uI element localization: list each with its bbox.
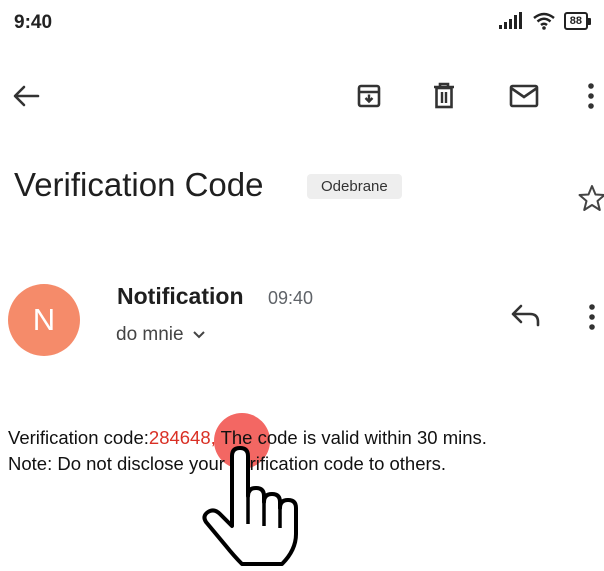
wifi-icon — [532, 12, 555, 30]
sender-name[interactable]: Notification — [117, 283, 244, 310]
back-arrow-icon[interactable] — [10, 80, 42, 112]
email-subject: Verification Code — [14, 166, 264, 203]
battery-indicator: 88 — [563, 12, 592, 30]
body-line-1-suffix: The code is valid within 30 mins. — [215, 427, 487, 448]
star-icon[interactable] — [578, 184, 604, 217]
verification-code[interactable]: 284648, — [149, 427, 216, 448]
message-more-icon[interactable] — [588, 304, 596, 335]
status-icons: 88 — [498, 12, 592, 30]
archive-icon[interactable] — [353, 80, 385, 112]
recipient-label: do mnie — [116, 324, 184, 345]
mail-icon[interactable] — [508, 80, 540, 112]
inbox-label-chip[interactable]: Odebrane — [307, 174, 402, 199]
email-time: 09:40 — [268, 288, 314, 308]
recipient-toggle[interactable]: do mnie — [116, 324, 206, 346]
signal-icon — [498, 12, 522, 29]
more-vert-icon[interactable] — [580, 80, 602, 112]
pointer-hand-icon — [198, 446, 308, 571]
trash-icon[interactable] — [428, 80, 460, 112]
chevron-down-icon — [192, 331, 205, 339]
body-line-1-prefix: Verification code: — [8, 427, 149, 448]
status-time: 9:40 — [14, 12, 53, 33]
reply-icon[interactable] — [510, 303, 542, 332]
sender-avatar: N — [8, 284, 80, 356]
